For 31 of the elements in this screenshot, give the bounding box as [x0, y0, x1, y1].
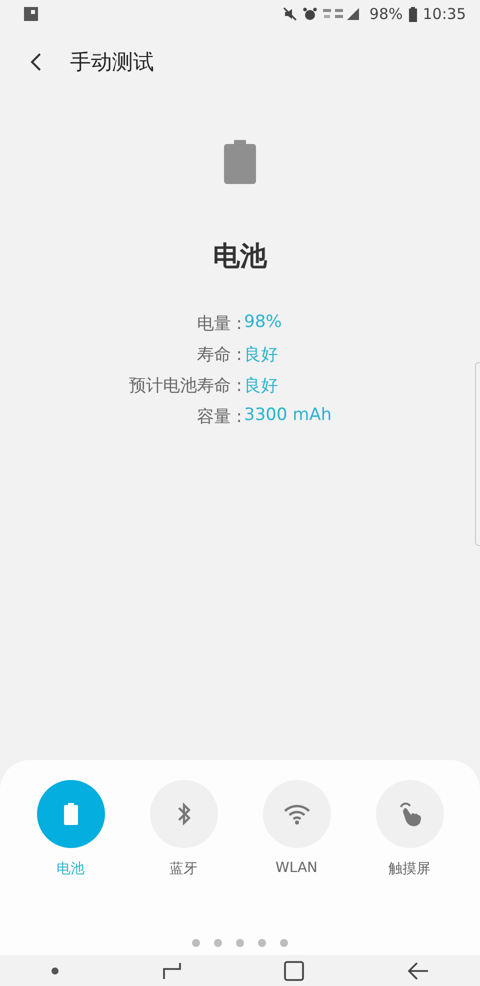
home-button[interactable] — [284, 960, 304, 980]
back-nav-button[interactable] — [406, 962, 429, 980]
lock-icon — [24, 7, 38, 21]
mute-icon — [283, 7, 298, 21]
bluetooth-icon — [176, 802, 190, 826]
wifi-icon — [282, 803, 310, 825]
battery-percent: 98% — [369, 5, 403, 23]
info-label: 寿命 : — [196, 344, 243, 366]
info-label: 电量 : — [196, 313, 243, 335]
page-dot[interactable] — [258, 939, 266, 947]
clock-time: 10:35 — [422, 5, 466, 23]
recent-apps-button[interactable] — [162, 962, 182, 980]
info-label: 预计电池寿命 : — [128, 375, 243, 397]
scroll-handle[interactable] — [475, 362, 480, 546]
info-value: 3300 mAh — [244, 405, 333, 427]
battery-icon — [408, 6, 417, 22]
info-value: 98% — [244, 312, 283, 334]
battery-icon — [224, 140, 256, 184]
page-title: 手动测试 — [70, 49, 154, 76]
page-dot[interactable] — [214, 939, 222, 947]
page-dot[interactable] — [192, 939, 200, 947]
section-title: 电池 — [213, 240, 267, 274]
info-value: 良好 — [244, 344, 279, 366]
alarm-icon — [303, 7, 318, 21]
back-icon — [30, 52, 42, 72]
page-dot[interactable] — [236, 939, 244, 947]
dot-icon[interactable] — [51, 966, 60, 974]
info-label: 容量 : — [196, 406, 243, 428]
page-dot[interactable] — [280, 939, 288, 947]
info-value: 良好 — [244, 375, 279, 397]
battery-icon — [64, 803, 78, 825]
